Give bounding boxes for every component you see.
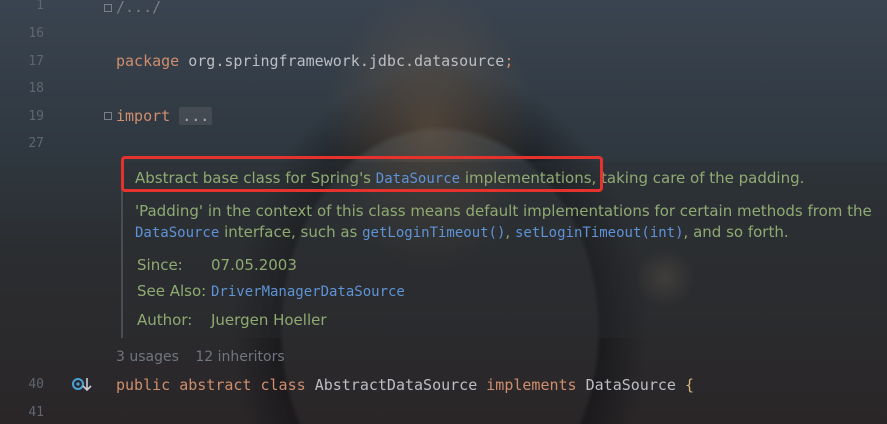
- public-keyword: public: [116, 376, 171, 394]
- header-comment-folded[interactable]: /.../: [116, 0, 161, 16]
- class-declaration: public abstract class AbstractDataSource…: [116, 376, 694, 394]
- javadoc-since-row: Since: 07.05.2003: [137, 256, 297, 274]
- javadoc-author-row: Author: Juergen Hoeller: [137, 311, 327, 329]
- set-login-timeout-link[interactable]: setLoginTimeout(int): [515, 225, 684, 241]
- implemented-interface-gutter-icon[interactable]: [72, 376, 94, 394]
- doc-text: , and so forth.: [683, 223, 789, 241]
- import-keyword: import: [116, 107, 171, 125]
- package-name: org.springframework.jdbc.datasource: [179, 52, 505, 70]
- datasource-link[interactable]: DataSource: [135, 225, 219, 241]
- import-statement: import ...: [116, 107, 213, 125]
- line-number: 16: [28, 26, 44, 41]
- line-number: 17: [28, 54, 44, 69]
- line-number: 41: [28, 405, 44, 420]
- doc-text: , taking care of the padding.: [591, 169, 805, 187]
- author-label: Author:: [137, 311, 193, 329]
- interface-name[interactable]: DataSource: [586, 376, 676, 394]
- class-keyword: class: [260, 376, 306, 394]
- see-also-label: See Also:: [137, 282, 207, 300]
- line-number: 18: [28, 81, 44, 96]
- line-number: 27: [28, 136, 44, 151]
- inheritors-hint[interactable]: 12 inheritors: [195, 349, 284, 365]
- since-label: Since:: [137, 256, 183, 274]
- usages-hint[interactable]: 3 usages: [116, 349, 179, 365]
- line-number: 40: [28, 377, 44, 392]
- since-value: 07.05.2003: [211, 256, 297, 274]
- javadoc-description-line: DataSource interface, such as getLoginTi…: [135, 223, 789, 241]
- driver-manager-datasource-link[interactable]: DriverManagerDataSource: [211, 284, 405, 300]
- fold-marker-icon[interactable]: [104, 4, 112, 12]
- class-name[interactable]: AbstractDataSource: [315, 376, 478, 394]
- code-vision-hints: 3 usages 12 inheritors: [116, 349, 297, 365]
- author-value: Juergen Hoeller: [211, 311, 327, 329]
- package-semicolon: ;: [504, 52, 514, 70]
- line-number-gutter: 1 16 17 18 19 27 40 41: [0, 0, 100, 424]
- red-highlight-annotation: [121, 156, 603, 192]
- line-number: 19: [28, 109, 44, 124]
- fold-marker-icon[interactable]: [104, 112, 112, 120]
- javadoc-see-also-row: See Also: DriverManagerDataSource: [137, 282, 405, 300]
- javadoc-description-line: 'Padding' in the context of this class m…: [135, 202, 872, 220]
- implements-keyword: implements: [486, 376, 577, 394]
- open-brace: {: [684, 376, 694, 394]
- doc-text: interface, such as: [219, 223, 363, 241]
- package-statement: package org.springframework.jdbc.datasou…: [116, 52, 513, 70]
- package-keyword: package: [116, 52, 180, 70]
- import-folded-block[interactable]: ...: [179, 107, 213, 125]
- doc-text: ,: [505, 223, 515, 241]
- abstract-keyword: abstract: [179, 376, 252, 394]
- line-number: 1: [36, 0, 44, 13]
- get-login-timeout-link[interactable]: getLoginTimeout(): [362, 225, 505, 241]
